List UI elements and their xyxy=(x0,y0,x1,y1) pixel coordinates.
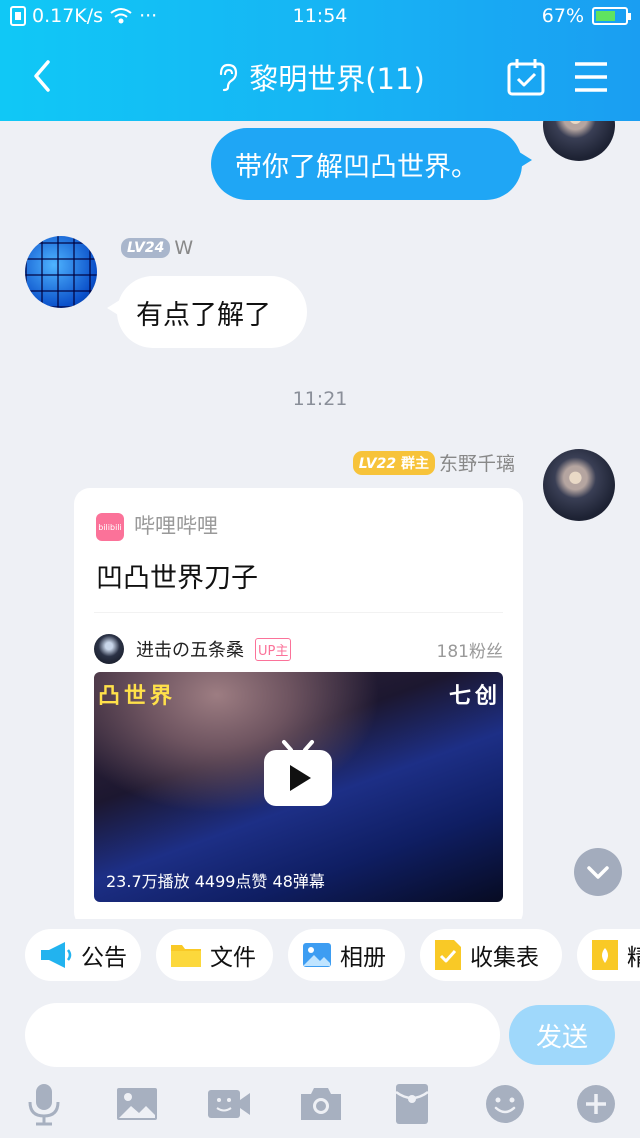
essence-icon xyxy=(592,940,618,970)
group-quick-bar: 公告 文件 相册 收集表 精 xyxy=(0,919,640,994)
level-badge: LV22 群主 xyxy=(352,450,435,475)
outgoing-message-bubble[interactable]: 带你了解凹凸世界。 xyxy=(211,128,532,200)
pill-label: 相册 xyxy=(340,945,386,971)
sender-name: 东野千璃 xyxy=(438,453,515,475)
video-caption: 凸世界 xyxy=(98,684,177,709)
red-packet-icon[interactable] xyxy=(390,1082,434,1126)
files-button[interactable]: 文件 xyxy=(156,929,273,981)
status-bar: 0.17K/s ··· 11:54 67% xyxy=(0,0,640,34)
album-button[interactable]: 相册 xyxy=(288,929,405,981)
uploader-tag: UP主 xyxy=(255,638,292,661)
incoming-message-bubble[interactable]: 有点了解了 xyxy=(107,276,307,348)
announcement-button[interactable]: 公告 xyxy=(25,929,141,981)
video-caption: 七创 xyxy=(448,684,501,709)
share-title: 凹凸世界刀子 xyxy=(96,563,258,594)
message-list[interactable]: 带你了解凹凸世界。 LV24 W 有点了解了 11:21 LV22 群主 东野千… xyxy=(0,121,640,919)
form-button[interactable]: 收集表 xyxy=(420,929,562,981)
video-call-icon[interactable] xyxy=(207,1082,251,1126)
send-button[interactable]: 发送 xyxy=(509,1005,615,1065)
avatar[interactable] xyxy=(543,121,615,161)
group-owner-tag: 群主 xyxy=(400,455,429,472)
pill-label: 文件 xyxy=(210,945,256,971)
avatar[interactable] xyxy=(25,236,97,308)
pill-label: 精 xyxy=(627,945,640,971)
image-icon[interactable] xyxy=(115,1082,159,1126)
calendar-check-icon[interactable] xyxy=(505,56,547,98)
uploader-avatar xyxy=(94,634,124,664)
share-card[interactable]: bilibili 哔哩哔哩 凹凸世界刀子 进击の五条桑 UP主 181粉丝 凸世… xyxy=(74,488,523,919)
fan-count: 181粉丝 xyxy=(436,642,503,662)
level-badge: LV24 xyxy=(121,238,171,258)
avatar[interactable] xyxy=(543,449,615,521)
sender-info: LV24 W xyxy=(121,237,193,259)
message-input[interactable] xyxy=(25,1003,500,1067)
divider xyxy=(94,612,503,613)
photo-album-icon xyxy=(303,943,331,967)
folder-icon xyxy=(171,945,201,967)
pill-label: 公告 xyxy=(81,945,127,971)
chevron-down-icon xyxy=(587,866,609,879)
camera-icon[interactable] xyxy=(299,1082,343,1126)
chat-header: 0.17K/s ··· 11:54 67% 黎明世界(11) xyxy=(0,0,640,121)
video-thumbnail[interactable]: 凸世界 七创 23.7万播放 4499点赞 48弹幕 xyxy=(94,672,503,902)
video-stats: 23.7万播放 4499点赞 48弹幕 xyxy=(106,872,325,891)
essence-button[interactable]: 精 xyxy=(577,929,640,981)
input-area: 发送 xyxy=(0,994,640,1138)
page-title: 黎明世界(11) xyxy=(249,62,425,96)
plus-icon[interactable] xyxy=(574,1082,618,1126)
time-separator: 11:21 xyxy=(292,388,348,410)
battery-icon xyxy=(592,7,631,25)
share-source: 哔哩哔哩 xyxy=(134,514,218,538)
battery-percent: 67% xyxy=(541,5,584,27)
sender-name: W xyxy=(174,237,194,259)
uploader-name: 进击の五条桑 xyxy=(136,640,244,661)
play-icon[interactable] xyxy=(262,738,334,810)
sender-info: LV22 群主 东野千璃 xyxy=(352,449,515,476)
pill-label: 收集表 xyxy=(470,945,539,971)
scroll-to-bottom-button[interactable] xyxy=(574,848,622,896)
form-icon xyxy=(435,940,461,970)
bilibili-icon: bilibili xyxy=(96,513,124,541)
megaphone-icon xyxy=(41,942,72,968)
ear-icon xyxy=(220,63,238,92)
message-text: 带你了解凹凸世界。 xyxy=(235,151,478,183)
message-text: 有点了解了 xyxy=(136,299,271,331)
microphone-icon[interactable] xyxy=(22,1082,66,1126)
emoji-icon[interactable] xyxy=(483,1082,527,1126)
menu-icon[interactable] xyxy=(570,56,612,98)
